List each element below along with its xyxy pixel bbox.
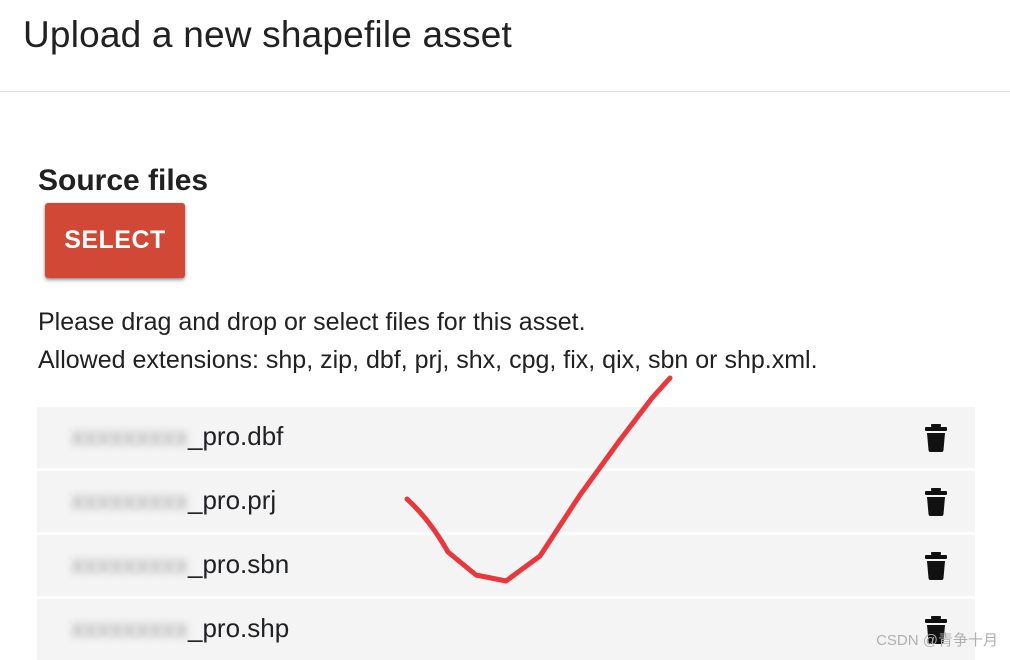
watermark: CSDN @青争十月 <box>876 632 998 649</box>
drag-drop-help-text: Please drag and drop or select files for… <box>38 308 586 336</box>
file-name: xxxxxxxxx_pro.dbf <box>71 421 283 452</box>
redacted-filename-prefix: xxxxxxxxx <box>71 613 188 643</box>
delete-file-button[interactable] <box>925 423 951 453</box>
file-name-suffix: _pro.shp <box>188 613 290 643</box>
redacted-filename-prefix: xxxxxxxxx <box>71 421 188 451</box>
file-name-suffix: _pro.prj <box>188 485 277 515</box>
file-row: xxxxxxxxx_pro.dbf <box>37 407 975 468</box>
dialog-title: Upload a new shapefile asset <box>23 14 512 55</box>
trash-icon <box>925 552 947 580</box>
file-name: xxxxxxxxx_pro.prj <box>71 485 276 516</box>
file-row: xxxxxxxxx_pro.shp <box>37 599 975 660</box>
file-name: xxxxxxxxx_pro.shp <box>71 613 289 644</box>
dialog-header: Upload a new shapefile asset <box>0 0 1010 92</box>
trash-icon <box>925 488 947 516</box>
file-row: xxxxxxxxx_pro.prj <box>37 471 975 532</box>
file-name-suffix: _pro.sbn <box>188 549 290 579</box>
upload-dialog: Upload a new shapefile asset Source file… <box>0 0 1010 660</box>
file-row: xxxxxxxxx_pro.sbn <box>37 535 975 596</box>
select-files-button[interactable]: SELECT <box>45 203 185 278</box>
delete-file-button[interactable] <box>925 487 951 517</box>
redacted-filename-prefix: xxxxxxxxx <box>71 549 188 579</box>
file-name-suffix: _pro.dbf <box>188 421 284 451</box>
source-files-heading: Source files <box>38 164 209 197</box>
delete-file-button[interactable] <box>925 551 951 581</box>
allowed-extensions-text: Allowed extensions: shp, zip, dbf, prj, … <box>38 346 818 374</box>
file-list: xxxxxxxxx_pro.dbf xxxxxxxxx_pro.prj xxxx… <box>37 407 975 660</box>
file-name: xxxxxxxxx_pro.sbn <box>71 549 289 580</box>
redacted-filename-prefix: xxxxxxxxx <box>71 485 188 515</box>
trash-icon <box>925 424 947 452</box>
